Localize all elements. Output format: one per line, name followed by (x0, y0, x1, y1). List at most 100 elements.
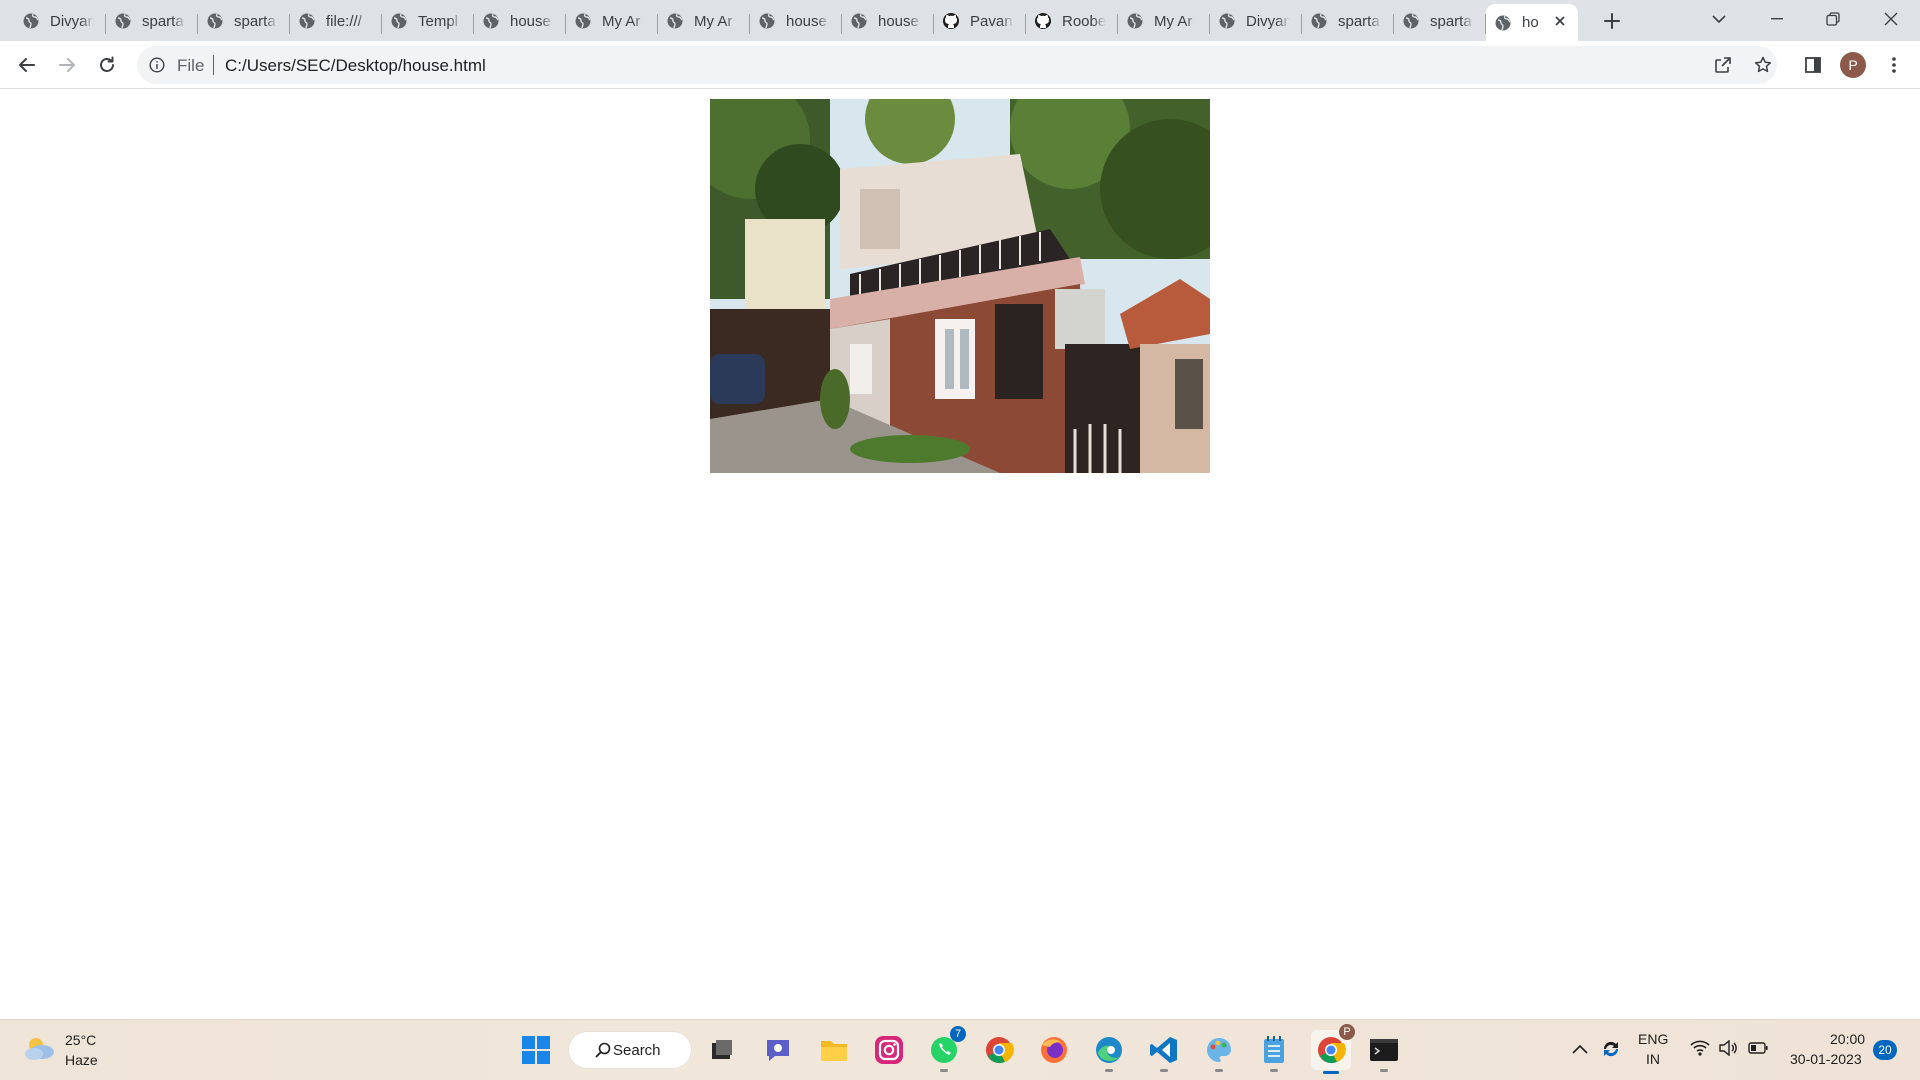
running-indicator (1270, 1069, 1278, 1072)
github-icon (942, 12, 970, 30)
wifi-icon[interactable] (1690, 1040, 1710, 1056)
share-button[interactable] (1709, 51, 1737, 79)
taskbar-search[interactable]: Search (569, 1032, 691, 1068)
running-indicator (1160, 1069, 1168, 1072)
terminal-icon (1370, 1039, 1398, 1061)
firefox-button[interactable] (1036, 1032, 1072, 1068)
notepad-button[interactable] (1256, 1032, 1292, 1072)
tab[interactable]: My Ar (566, 4, 658, 38)
tab-title: sparta (142, 12, 184, 30)
vscode-button[interactable] (1146, 1032, 1182, 1072)
tab[interactable]: Divyan (1210, 4, 1302, 38)
tab[interactable]: sparta (198, 4, 290, 38)
volume-icon[interactable] (1718, 1040, 1738, 1056)
language-indicator[interactable]: ENG (1638, 1031, 1668, 1047)
scheme-label: File (177, 56, 205, 75)
whatsapp-button[interactable]: 7 (926, 1026, 966, 1072)
tab-title: house (786, 12, 827, 30)
running-indicator (1105, 1069, 1113, 1072)
url-text[interactable]: C:/Users/SEC/Desktop/house.html (225, 56, 486, 76)
tab-title: house (878, 12, 919, 30)
close-window-button[interactable] (1868, 4, 1914, 34)
tab-title: file:/// (326, 12, 362, 30)
tab[interactable]: My Ar (658, 4, 750, 38)
forward-button[interactable] (53, 51, 81, 79)
tab-title: Pavan (970, 12, 1013, 30)
tab-title: My Ar (694, 12, 733, 30)
globe-icon (758, 12, 786, 30)
start-button[interactable] (518, 1032, 554, 1068)
notification-count-badge[interactable]: 20 (1873, 1040, 1897, 1060)
new-tab-button[interactable] (1598, 8, 1626, 34)
paint-button[interactable] (1201, 1032, 1237, 1072)
chat-icon (767, 1040, 789, 1061)
tab-search-button[interactable] (1696, 4, 1742, 34)
tab-title: My Ar (602, 12, 641, 30)
battery-icon[interactable] (1748, 1042, 1768, 1054)
weather-haze-icon[interactable] (22, 1034, 56, 1064)
tab[interactable]: house (750, 4, 842, 38)
paint-palette-icon (1207, 1038, 1232, 1062)
close-tab-button[interactable] (1552, 13, 1568, 29)
weather-temperature[interactable]: 25°C (65, 1032, 96, 1048)
globe-icon (22, 12, 50, 30)
running-indicator (940, 1069, 948, 1072)
chrome-icon (986, 1037, 1014, 1064)
active-indicator (1323, 1071, 1339, 1074)
close-icon (1555, 16, 1565, 26)
globe-icon (482, 12, 510, 30)
file-explorer-button[interactable] (816, 1032, 852, 1068)
tab-active[interactable]: ho (1486, 4, 1578, 41)
back-button[interactable] (13, 51, 41, 79)
tab[interactable]: My Ar (1118, 4, 1210, 38)
chat-app-button[interactable] (760, 1032, 796, 1068)
sync-icon[interactable] (1600, 1038, 1622, 1060)
tab[interactable]: sparta (106, 4, 198, 38)
tab[interactable]: Roobe (1026, 4, 1118, 38)
globe-icon (1402, 12, 1430, 30)
weather-condition[interactable]: Haze (65, 1052, 98, 1068)
terminal-button[interactable] (1366, 1032, 1402, 1072)
task-view-icon (712, 1040, 732, 1059)
tab[interactable]: Divyan (14, 4, 106, 38)
clock-time[interactable]: 20:00 (1830, 1031, 1865, 1047)
tab[interactable]: house (842, 4, 934, 38)
minimize-icon (1771, 18, 1783, 20)
region-indicator[interactable]: IN (1646, 1051, 1660, 1067)
tab-title: Templ (418, 12, 459, 30)
clock-date[interactable]: 30-01-2023 (1790, 1051, 1862, 1067)
instagram-button[interactable] (871, 1032, 907, 1068)
edge-icon (1096, 1037, 1122, 1063)
task-view-button[interactable] (704, 1032, 740, 1068)
side-panel-button[interactable] (1799, 51, 1827, 79)
chevron-up-icon[interactable] (1572, 1044, 1588, 1054)
globe-icon (114, 12, 142, 30)
chrome-icon (1318, 1037, 1346, 1064)
tab[interactable]: Pavan (934, 4, 1026, 38)
reload-button[interactable] (93, 51, 121, 79)
chrome-profile-button[interactable]: P (1311, 1024, 1355, 1074)
running-indicator (1215, 1069, 1223, 1072)
tab[interactable]: sparta (1302, 4, 1394, 38)
globe-icon (1310, 12, 1338, 30)
restore-button[interactable] (1810, 4, 1856, 34)
minimize-button[interactable] (1754, 4, 1800, 34)
tab[interactable]: file:/// (290, 4, 382, 38)
menu-button[interactable] (1880, 51, 1908, 79)
tab-title: sparta (1430, 12, 1472, 30)
tab-list: Divyan sparta sparta file:/// Templ house My A… (14, 4, 1578, 41)
edge-button[interactable] (1091, 1032, 1127, 1072)
address-bar[interactable]: File C:/Users/SEC/Desktop/house.html (137, 46, 1777, 84)
bookmark-button[interactable] (1749, 51, 1777, 79)
restore-icon (1826, 12, 1840, 26)
tab[interactable]: house (474, 4, 566, 38)
chrome-button[interactable] (981, 1032, 1017, 1068)
globe-icon (850, 12, 878, 30)
tab[interactable]: Templ (382, 4, 474, 38)
star-icon (1754, 56, 1772, 73)
info-icon[interactable] (149, 57, 165, 73)
tab[interactable]: sparta (1394, 4, 1486, 38)
profile-avatar[interactable]: P (1840, 52, 1866, 78)
vscode-icon (1150, 1037, 1177, 1063)
globe-icon (1494, 14, 1522, 32)
